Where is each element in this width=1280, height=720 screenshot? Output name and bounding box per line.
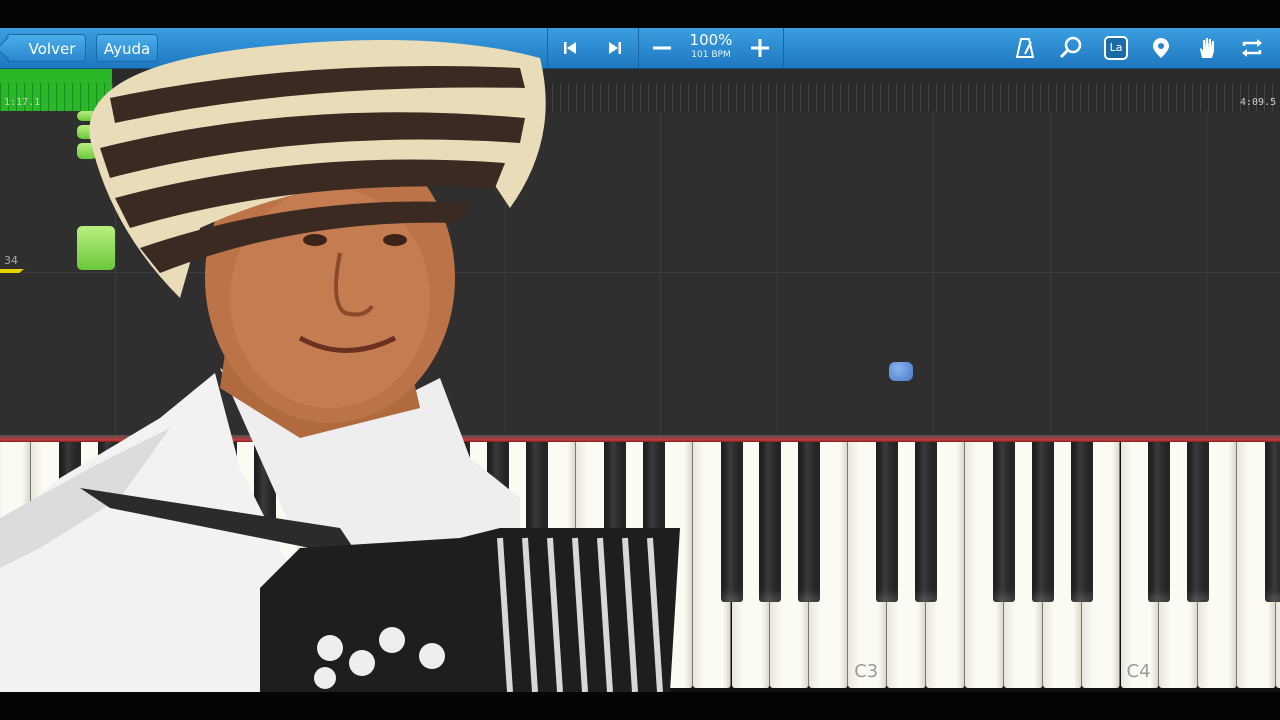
black-key[interactable] <box>992 442 1015 602</box>
note-label-text: La <box>1109 41 1123 54</box>
location-pin-icon[interactable] <box>1147 34 1175 62</box>
black-key[interactable] <box>603 442 626 602</box>
black-key[interactable] <box>175 442 198 602</box>
total-time: 4:09.5 <box>1240 97 1277 108</box>
note-bar <box>77 226 115 270</box>
black-key[interactable] <box>1148 442 1171 602</box>
black-key[interactable] <box>59 442 82 602</box>
plus-icon[interactable] <box>746 34 774 62</box>
black-key[interactable] <box>720 442 743 602</box>
toolbar-separator <box>783 28 784 68</box>
current-time: 1:17.1 <box>4 97 41 108</box>
key-label: C4 <box>1126 661 1151 682</box>
black-key[interactable] <box>1265 442 1280 602</box>
black-key[interactable] <box>370 442 393 602</box>
black-key[interactable] <box>915 442 937 602</box>
black-key[interactable] <box>1031 442 1054 602</box>
black-key[interactable] <box>876 442 899 602</box>
black-key[interactable] <box>1187 442 1210 602</box>
toolbar-separator <box>638 28 639 68</box>
back-button[interactable]: Volver <box>6 34 86 62</box>
note-label-icon[interactable]: La <box>1102 34 1130 62</box>
loop-icon[interactable] <box>1238 34 1266 62</box>
black-key[interactable] <box>487 442 510 602</box>
keyboard-top-border <box>0 435 1280 442</box>
black-key[interactable] <box>98 442 121 602</box>
help-button[interactable]: Ayuda <box>96 34 158 62</box>
black-key[interactable] <box>798 442 821 602</box>
note-roll: 34 <box>0 111 1280 435</box>
white-key[interactable] <box>0 442 32 688</box>
black-key[interactable] <box>759 442 782 602</box>
key-label: C3 <box>854 661 879 682</box>
black-key[interactable] <box>214 442 237 602</box>
skip-next-icon[interactable] <box>601 34 629 62</box>
zoom-icon[interactable] <box>1057 34 1085 62</box>
black-key[interactable] <box>642 442 665 602</box>
skip-previous-icon[interactable] <box>556 34 584 62</box>
black-key[interactable] <box>331 442 354 602</box>
hand-icon[interactable] <box>1193 34 1221 62</box>
note-bar <box>77 143 97 159</box>
measure-number: 34 <box>4 254 18 267</box>
toolbar-separator <box>547 28 548 68</box>
note-bar <box>77 111 97 121</box>
letterbox-top <box>0 0 1280 28</box>
note-bar <box>889 362 913 381</box>
tempo-bpm: 101 BPM <box>691 50 731 60</box>
metronome-icon[interactable] <box>1011 34 1039 62</box>
toolbar: Volver Ayuda 100% 101 BPM La <box>0 28 1280 69</box>
minus-icon[interactable] <box>648 34 676 62</box>
note-bar <box>77 125 97 139</box>
tempo-percent: 100% <box>689 31 733 49</box>
letterbox-bottom <box>0 692 1280 720</box>
song-timeline[interactable]: 1:17.1 4:09.5 <box>0 69 1280 112</box>
black-key[interactable] <box>448 442 471 602</box>
black-key[interactable] <box>253 442 276 602</box>
black-key[interactable] <box>526 442 548 602</box>
black-key[interactable] <box>1070 442 1093 602</box>
piano-keyboard[interactable]: C3 C4 <box>0 442 1280 692</box>
timeline-ticks <box>0 83 1280 111</box>
